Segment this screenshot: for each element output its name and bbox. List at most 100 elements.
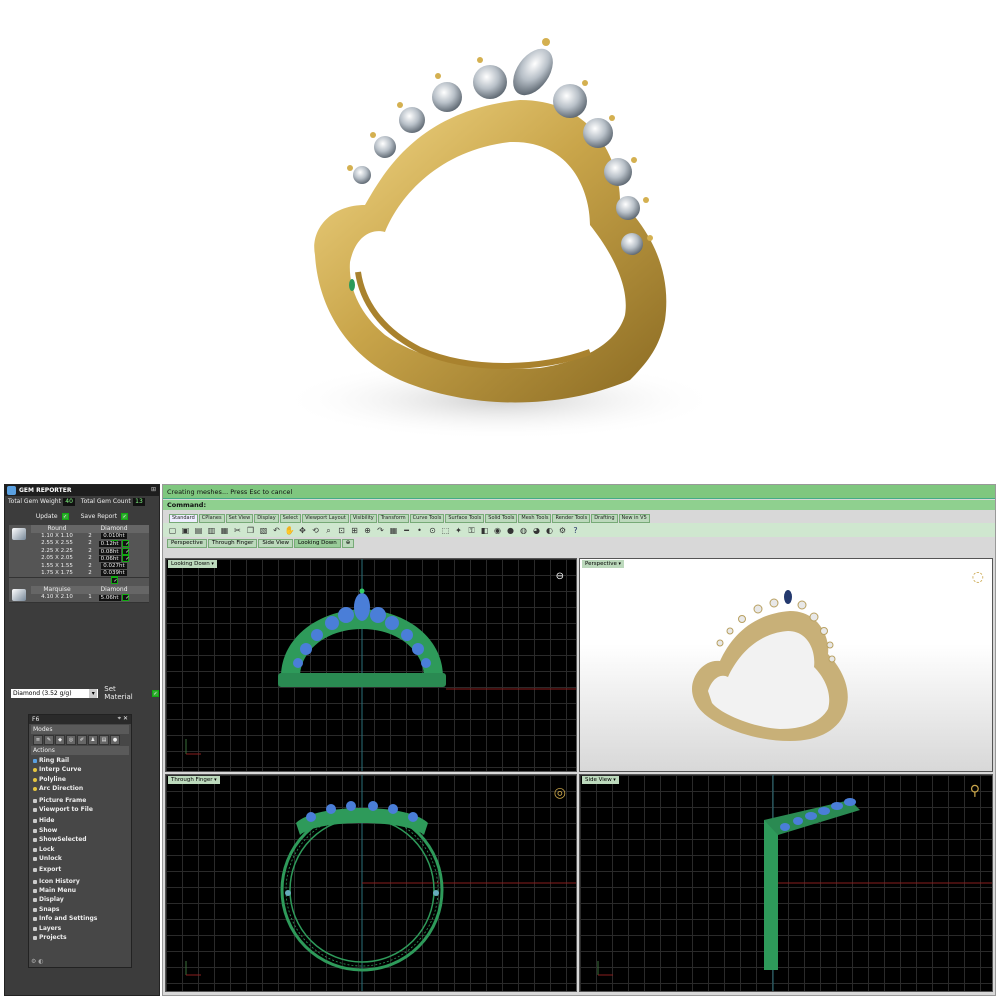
action-item[interactable]: Layers — [29, 924, 131, 933]
zoom-window-icon[interactable]: ⊡ — [336, 525, 347, 536]
action-item[interactable]: Main Menu — [29, 886, 131, 895]
zoom-icon[interactable]: ⌕ — [323, 525, 334, 536]
pan-icon[interactable]: ✋ — [284, 525, 295, 536]
action-item[interactable]: Export — [29, 865, 131, 874]
viewport-tab[interactable]: Side View — [258, 539, 294, 548]
viewport-label-through-finger[interactable]: Through Finger — [168, 776, 220, 784]
action-item[interactable]: Lock — [29, 845, 131, 854]
table-row[interactable]: 2.05 X 2.05 2 0.06ht ✓ — [31, 555, 149, 563]
paste-icon[interactable]: ▧ — [258, 525, 269, 536]
action-item[interactable]: Hide — [29, 816, 131, 825]
layer-icon[interactable]: ◧ — [479, 525, 490, 536]
rotate-icon[interactable]: ⟲ — [310, 525, 321, 536]
pin-close-icon[interactable]: ⌖ ✕ — [118, 715, 128, 723]
action-item[interactable]: Icon History — [29, 877, 131, 886]
mode-ring-icon[interactable]: ◎ — [66, 735, 76, 745]
action-item[interactable]: Polyline — [29, 775, 131, 784]
mode-user-icon[interactable]: ♟ — [88, 735, 98, 745]
copy-icon[interactable]: ❐ — [245, 525, 256, 536]
toolbar-tab[interactable]: Curve Tools — [409, 514, 445, 523]
mode-gem-icon[interactable]: ◆ — [55, 735, 65, 745]
action-item[interactable]: Projects — [29, 933, 131, 942]
shade-icon[interactable]: ● — [505, 525, 516, 536]
viewport-through-finger[interactable]: Through Finger ◎ — [165, 774, 577, 992]
table-row[interactable]: 4.10 X 2.10 1 5.06ht ✓ — [31, 594, 149, 602]
action-item[interactable]: Show — [29, 826, 131, 835]
action-item[interactable]: Viewport to File — [29, 805, 131, 814]
viewport-tab[interactable]: Looking Down — [294, 539, 341, 548]
layout-icon[interactable]: ▦ — [388, 525, 399, 536]
viewport-label-perspective[interactable]: Perspective — [582, 560, 624, 568]
toolbar-tab[interactable]: Select — [279, 514, 302, 523]
table-row[interactable]: 1.10 X 1.10 2 0.010ht ✓ — [31, 533, 149, 547]
toolbar-tab[interactable]: CPlanes — [198, 514, 225, 523]
gem-check-icon[interactable]: ✓ — [122, 540, 130, 548]
mode-pen-icon[interactable]: ✎ — [44, 735, 54, 745]
viewport-tab[interactable]: Through Finger — [207, 539, 258, 548]
table-row[interactable]: 2.55 X 2.55 2 0.12ht ✓ — [31, 540, 149, 548]
action-item[interactable]: Arc Direction — [29, 784, 131, 793]
action-item[interactable]: Unlock — [29, 854, 131, 863]
gem-check-icon[interactable]: ✓ — [122, 547, 130, 555]
command-line[interactable]: Command: — [163, 500, 995, 510]
viewport-tab[interactable]: Perspective — [167, 539, 207, 548]
open-file-icon[interactable]: ▣ — [180, 525, 191, 536]
viewport-side-view[interactable]: Side View ⚲ — [579, 774, 993, 992]
save-icon[interactable]: ▤ — [193, 525, 204, 536]
toolbar-tab[interactable]: Standard — [169, 514, 198, 523]
action-item[interactable]: Interp Curve — [29, 765, 131, 774]
action-item[interactable]: ShowSelected — [29, 835, 131, 844]
mode-doc-icon[interactable]: ▤ — [99, 735, 109, 745]
add-viewport-tab-icon[interactable]: ⊕ — [341, 539, 355, 548]
gem-check-icon[interactable]: ✓ — [122, 594, 130, 602]
action-item[interactable]: Snaps — [29, 905, 131, 914]
redo-view-icon[interactable]: ↷ — [375, 525, 386, 536]
toolbar-tab[interactable]: Transform — [377, 514, 409, 523]
action-item[interactable]: Info and Settings — [29, 914, 131, 923]
save-report-check-icon[interactable]: ✓ — [121, 513, 129, 520]
zoom-extents-icon[interactable]: ⊞ — [349, 525, 360, 536]
properties-icon[interactable]: ◉ — [492, 525, 503, 536]
mode-brush-icon[interactable]: ✐ — [77, 735, 87, 745]
close-icon[interactable]: ⊞ — [151, 486, 156, 493]
line-icon[interactable]: ━ — [401, 525, 412, 536]
toolbar-tab[interactable]: Solid Tools — [485, 514, 518, 523]
action-item[interactable]: Display — [29, 895, 131, 904]
viewport-label-looking-down[interactable]: Looking Down — [168, 560, 217, 568]
new-file-icon[interactable]: ▢ — [167, 525, 178, 536]
gem-check-icon[interactable]: ✓ — [110, 576, 118, 584]
environment-icon[interactable]: ◐ — [544, 525, 555, 536]
toolbar-tab[interactable]: Display — [254, 514, 279, 523]
zoom-selected-icon[interactable]: ⊕ — [362, 525, 373, 536]
toolbar-tab[interactable]: New in V5 — [618, 514, 650, 523]
material-select[interactable]: Diamond (3.52 g/g) — [11, 688, 99, 698]
lock-icon[interactable]: ⚿ — [466, 525, 477, 536]
set-material-button[interactable]: Set Material — [104, 685, 146, 701]
light-icon[interactable]: ✦ — [453, 525, 464, 536]
mode-list-icon[interactable]: ≡ — [33, 735, 43, 745]
viewport-looking-down[interactable]: Looking Down ⊖ — [165, 558, 577, 772]
help-icon[interactable]: ? — [570, 525, 581, 536]
update-check-icon[interactable]: ✓ — [61, 513, 69, 520]
point-icon[interactable]: • — [414, 525, 425, 536]
mode-globe-icon[interactable]: ● — [110, 735, 120, 745]
toolbar-tab[interactable]: Drafting — [591, 514, 618, 523]
gem-check-icon[interactable]: ✓ — [122, 555, 130, 563]
viewport-perspective[interactable]: Perspective ◌ — [579, 558, 993, 772]
toolbar-tab[interactable]: Set View — [225, 514, 254, 523]
material-icon[interactable]: ◕ — [531, 525, 542, 536]
toolbar-tab[interactable]: Mesh Tools — [518, 514, 552, 523]
cut-icon[interactable]: ✂ — [232, 525, 243, 536]
move-icon[interactable]: ✥ — [297, 525, 308, 536]
undo-icon[interactable]: ↶ — [271, 525, 282, 536]
render-icon[interactable]: ◍ — [518, 525, 529, 536]
save-report-button[interactable]: Save Report — [81, 513, 118, 520]
action-item[interactable]: Picture Frame — [29, 796, 131, 805]
action-item[interactable]: Ring Rail — [29, 756, 131, 765]
print-icon[interactable]: ▥ — [206, 525, 217, 536]
import-icon[interactable]: ▦ — [219, 525, 230, 536]
select-icon[interactable]: ⬚ — [440, 525, 451, 536]
toolbar-tab[interactable]: Visibility — [349, 514, 377, 523]
table-row[interactable]: 1.75 X 1.75 2 0.039ht ✓ — [31, 569, 149, 584]
table-row[interactable]: 2.25 X 2.25 2 0.08ht ✓ — [31, 547, 149, 555]
